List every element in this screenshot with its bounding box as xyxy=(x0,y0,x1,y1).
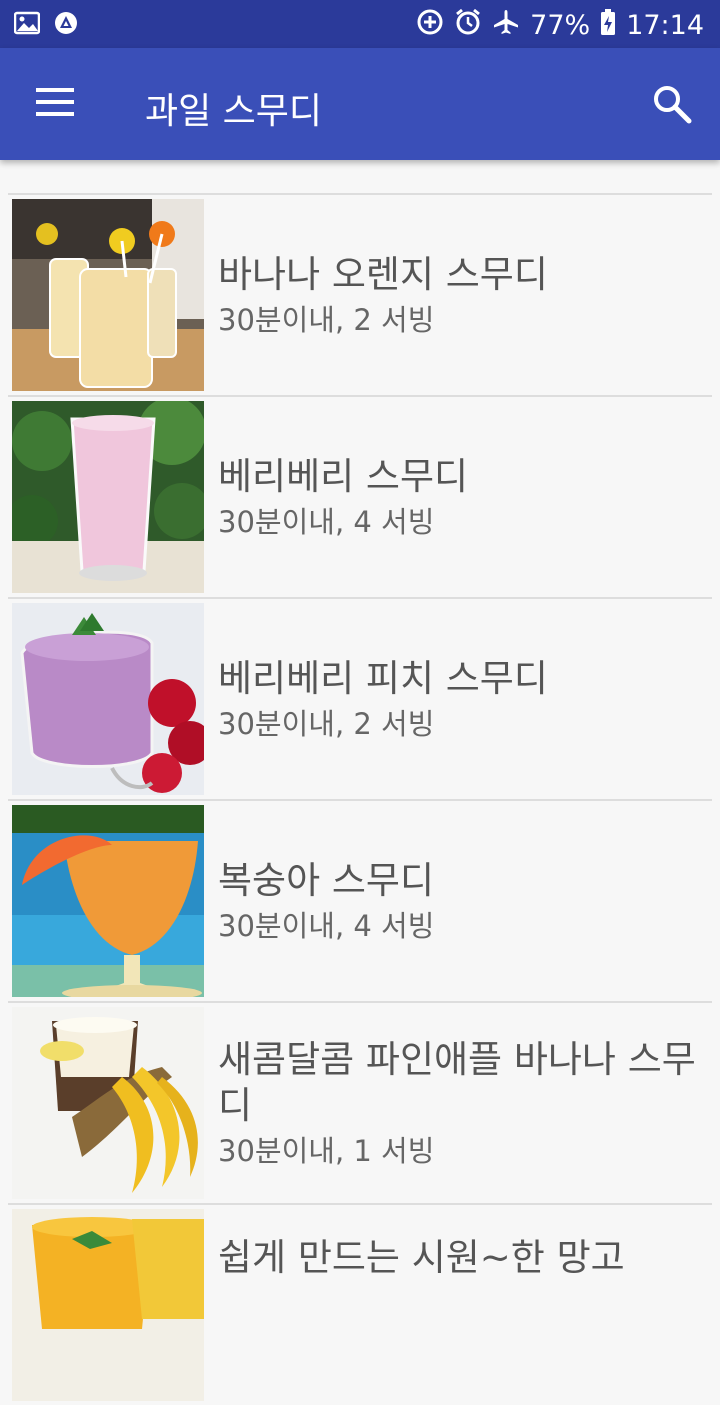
data-saver-icon xyxy=(416,8,444,43)
recipe-name: 바나나 오렌지 스무디 xyxy=(218,253,548,296)
alarm-icon xyxy=(454,8,482,43)
recipe-name: 베리베리 피치 스무디 xyxy=(218,657,548,700)
page-title: 과일 스무디 xyxy=(145,91,323,132)
list-item[interactable]: 쉽게 만드는 시원~한 망고 xyxy=(8,1203,712,1405)
airplane-mode-icon xyxy=(492,8,520,43)
recipe-thumbnail xyxy=(12,1007,204,1199)
recipe-meta: 30분이내, 4 서빙 xyxy=(218,505,435,539)
list-item[interactable]: 새콤달콤 파인애플 바나나 스무디 30분이내, 1 서빙 xyxy=(8,1001,712,1203)
hamburger-menu-icon[interactable] xyxy=(30,84,82,124)
recipe-name: 베리베리 스무디 xyxy=(218,455,469,498)
list-item[interactable]: 복숭아 스무디 30분이내, 4 서빙 xyxy=(8,799,712,1001)
recipe-list: 바나나 오렌지 스무디 30분이내, 2 서빙 베리베리 스무디 30분이내, … xyxy=(8,193,712,1405)
recipe-thumbnail xyxy=(12,805,204,997)
recipe-thumbnail xyxy=(12,401,204,593)
recipe-meta: 30분이내, 2 서빙 xyxy=(218,707,435,741)
list-item[interactable]: 베리베리 피치 스무디 30분이내, 2 서빙 xyxy=(8,597,712,799)
clock: 17:14 xyxy=(626,10,704,41)
list-item[interactable]: 바나나 오렌지 스무디 30분이내, 2 서빙 xyxy=(8,193,712,395)
recipe-name: 쉽게 만드는 시원~한 망고 xyxy=(218,1236,625,1279)
image-icon xyxy=(13,11,41,39)
list-item[interactable]: 베리베리 스무디 30분이내, 4 서빙 xyxy=(8,395,712,597)
recipe-thumbnail xyxy=(12,1209,204,1401)
recipe-name: 새콤달콤 파인애플 바나나 스무디 xyxy=(218,1038,696,1127)
battery-level: 77% xyxy=(530,10,591,41)
recipe-meta: 30분이내, 2 서빙 xyxy=(218,303,435,337)
recipe-thumbnail xyxy=(12,199,204,391)
battery-charging-icon xyxy=(600,8,616,43)
recipe-name: 복숭아 스무디 xyxy=(218,859,435,902)
search-icon[interactable] xyxy=(650,82,694,126)
recipe-meta: 30분이내, 1 서빙 xyxy=(218,1134,435,1168)
status-bar: 77% 17:14 xyxy=(0,0,720,48)
app-bar: 과일 스무디 xyxy=(0,48,720,160)
app-notification-icon xyxy=(54,11,78,39)
recipe-thumbnail xyxy=(12,603,204,795)
recipe-meta: 30분이내, 4 서빙 xyxy=(218,909,435,943)
